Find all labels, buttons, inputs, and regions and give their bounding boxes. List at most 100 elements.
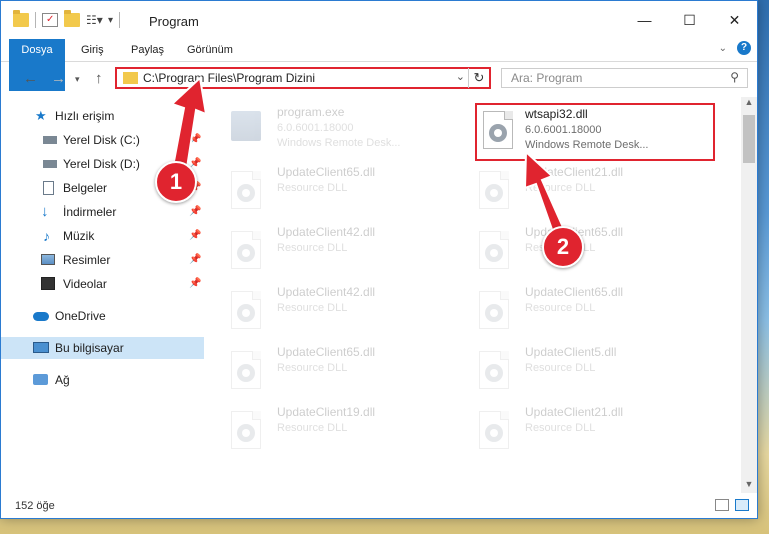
sidebar-item-this-pc[interactable]: Bu bilgisayar xyxy=(1,337,204,359)
dll-gear-icon xyxy=(479,351,515,391)
file-name: UpdateClient21.dll xyxy=(525,405,624,419)
file-description: Resource DLL xyxy=(525,302,596,314)
documents-icon xyxy=(43,181,54,195)
tab-view[interactable]: Görünüm xyxy=(187,39,233,61)
scroll-down-icon[interactable]: ▼ xyxy=(741,479,757,493)
download-icon: ↓ xyxy=(41,203,49,220)
file-name: UpdateClient19.dll xyxy=(277,405,376,419)
dll-gear-icon xyxy=(479,291,515,331)
star-icon: ★ xyxy=(35,108,47,123)
file-item[interactable]: UpdateClient65.dll Resource DLL xyxy=(211,343,441,395)
search-icon: ⚲ xyxy=(730,70,739,84)
sidebar-item-onedrive[interactable]: OneDrive xyxy=(1,305,204,327)
videos-icon xyxy=(41,277,55,290)
step-1-badge: 1 xyxy=(155,161,197,203)
file-description: Resource DLL xyxy=(277,362,348,374)
dll-gear-icon xyxy=(231,351,267,391)
file-item[interactable]: UpdateClient65.dll Resource DLL xyxy=(459,283,689,335)
dll-gear-icon xyxy=(231,291,267,331)
pictures-icon xyxy=(41,254,55,265)
file-item[interactable]: UpdateClient21.dll Resource DLL xyxy=(459,403,689,455)
file-item[interactable]: UpdateClient19.dll Resource DLL xyxy=(211,403,441,455)
minimize-button[interactable]: — xyxy=(622,1,667,39)
navigation-pane: ★ Hızlı erişim Yerel Disk (C:) 📌 Yerel D… xyxy=(1,101,204,493)
dll-gear-icon xyxy=(231,231,267,271)
customize-toolbar-icon[interactable]: ▾ xyxy=(108,15,113,26)
sidebar-item-quick-access[interactable]: ★ Hızlı erişim xyxy=(1,105,204,127)
sidebar-item-label: Hızlı erişim xyxy=(55,109,115,123)
sidebar-item-label: İndirmeler xyxy=(63,205,117,219)
pin-icon[interactable]: 📌 xyxy=(189,129,201,151)
details-view-icon[interactable] xyxy=(715,499,729,511)
window-controls: — ☐ ✕ xyxy=(622,1,757,39)
recent-locations-icon[interactable]: ▾ xyxy=(75,74,80,85)
pin-icon[interactable]: 📌 xyxy=(189,273,201,295)
address-bar[interactable]: C:\Program Files\Program Dizini ⌄ ↻ xyxy=(115,67,491,89)
file-description: Resource DLL xyxy=(277,422,348,434)
scroll-thumb[interactable] xyxy=(743,115,755,163)
tab-home[interactable]: Giriş xyxy=(81,39,104,61)
file-description: Resource DLL xyxy=(277,182,348,194)
sidebar-item-music[interactable]: ♪ Müzik 📌 xyxy=(1,225,204,247)
help-icon[interactable]: ? xyxy=(737,41,751,55)
file-description: Resource DLL xyxy=(277,242,348,254)
expand-ribbon-icon[interactable]: ⌄ xyxy=(719,43,727,54)
sidebar-item-label: Yerel Disk (C:) xyxy=(63,133,140,147)
maximize-button[interactable]: ☐ xyxy=(667,1,712,39)
dll-gear-icon xyxy=(231,411,267,451)
properties-icon[interactable]: ✓ xyxy=(42,13,58,27)
file-name: UpdateClient65.dll xyxy=(525,285,624,299)
sidebar-item-label: Videolar xyxy=(63,277,107,291)
file-item-wtsapi32-dll[interactable]: wtsapi32.dll 6.0.6001.18000 Windows Remo… xyxy=(475,103,715,161)
file-item[interactable]: UpdateClient42.dll Resource DLL xyxy=(211,283,441,335)
pin-icon[interactable]: 📌 xyxy=(189,201,201,223)
file-name: UpdateClient65.dll xyxy=(277,345,376,359)
file-name: UpdateClient42.dll xyxy=(277,285,376,299)
tab-share[interactable]: Paylaş xyxy=(131,39,164,61)
sidebar-item-network[interactable]: Ağ xyxy=(1,369,204,391)
sidebar-item-downloads[interactable]: ↓ İndirmeler 📌 xyxy=(1,201,204,223)
file-list: program.exe 6.0.6001.18000 Windows Remot… xyxy=(211,97,741,493)
new-folder-icon[interactable] xyxy=(64,10,80,27)
navigation-bar: ← → ▾ ↑ C:\Program Files\Program Dizini … xyxy=(1,63,757,95)
back-arrow-icon[interactable]: ← xyxy=(23,70,38,87)
explorer-window: ✓ ☷▾ ▾ Program — ☐ ✕ Dosya Giriş Paylaş … xyxy=(0,0,758,519)
file-item[interactable]: UpdateClient21.dll Resource DLL xyxy=(459,163,689,215)
pin-icon[interactable]: 📌 xyxy=(189,225,201,247)
forward-arrow-icon[interactable]: → xyxy=(51,70,66,87)
file-description: Resource DLL xyxy=(525,422,596,434)
search-input[interactable]: Ara: Program ⚲ xyxy=(501,68,748,88)
sidebar-item-label: OneDrive xyxy=(55,309,106,323)
file-item-program-exe[interactable]: program.exe 6.0.6001.18000 Windows Remot… xyxy=(211,103,441,155)
sidebar-item-pictures[interactable]: Resimler 📌 xyxy=(1,249,204,271)
file-item[interactable]: UpdateClient65.dll Resource DLL xyxy=(211,163,441,215)
up-arrow-icon[interactable]: ↑ xyxy=(95,70,103,87)
file-item[interactable]: UpdateClient42.dll Resource DLL xyxy=(211,223,441,275)
step-2-badge: 2 xyxy=(542,226,584,268)
dll-gear-icon xyxy=(231,171,267,211)
pin-icon[interactable]: 📌 xyxy=(189,249,201,271)
tiles-view-icon[interactable] xyxy=(735,499,749,511)
address-path: C:\Program Files\Program Dizini xyxy=(143,71,316,85)
quick-access-toolbar: ✓ ☷▾ ▾ xyxy=(13,10,121,28)
file-description: Windows Remote Desk... xyxy=(525,139,649,151)
close-button[interactable]: ✕ xyxy=(712,1,757,39)
dll-gear-icon xyxy=(479,411,515,451)
file-item[interactable]: UpdateClient5.dll Resource DLL xyxy=(459,343,689,395)
window-title: Program xyxy=(149,14,199,29)
sidebar-item-label: Belgeler xyxy=(63,181,108,195)
file-description: Resource DLL xyxy=(277,302,348,314)
ribbon-tabs: Dosya Giriş Paylaş Görünüm ⌄ ? xyxy=(1,39,757,91)
search-placeholder: Ara: Program xyxy=(511,71,583,85)
sidebar-item-videos[interactable]: Videolar 📌 xyxy=(1,273,204,295)
exe-icon xyxy=(231,111,267,151)
refresh-icon[interactable]: ↻ xyxy=(468,68,489,88)
vertical-scrollbar[interactable]: ▲ ▼ xyxy=(741,97,757,493)
chevron-down-icon[interactable]: ⌄ xyxy=(456,70,465,83)
status-bar: 152 öğe xyxy=(1,495,757,519)
view-options-icon[interactable]: ☷▾ xyxy=(86,13,103,27)
file-name: wtsapi32.dll xyxy=(525,107,588,121)
dll-gear-icon xyxy=(479,171,515,211)
scroll-up-icon[interactable]: ▲ xyxy=(741,97,757,111)
sidebar-item-local-disk-c[interactable]: Yerel Disk (C:) 📌 xyxy=(1,129,204,151)
